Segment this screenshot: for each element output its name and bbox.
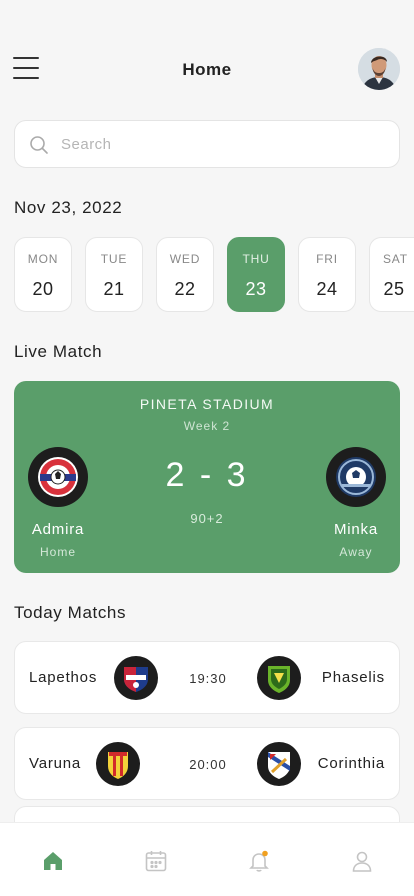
day-of-week: FRI: [316, 252, 338, 266]
away-team-logo-icon: [257, 742, 301, 786]
home-team-name: Admira: [31, 521, 85, 538]
away-team-name: Minka: [333, 521, 378, 538]
search-bar[interactable]: [14, 120, 400, 168]
day-item-mon[interactable]: MON 20: [14, 237, 72, 312]
day-number: 24: [316, 279, 338, 299]
home-team-label: Home: [39, 545, 76, 559]
day-number: 21: [103, 279, 125, 299]
notification-badge: [262, 850, 268, 857]
day-of-week: TUE: [100, 252, 128, 266]
match-row[interactable]: Lapethos 19:30 Phaselis: [14, 641, 400, 714]
day-item-tue[interactable]: TUE 21: [85, 237, 143, 312]
day-item-wed[interactable]: WED 22: [156, 237, 214, 312]
day-of-week: WED: [169, 252, 201, 266]
stadium-name: PINETA STADIUM: [139, 396, 275, 412]
day-selector: MON 20 TUE 21 WED 22 THU 23 FRI 24 SAT 2…: [14, 237, 414, 312]
day-item-fri[interactable]: FRI 24: [298, 237, 356, 312]
live-score: 2 - 3: [165, 456, 249, 494]
bottom-nav: [0, 822, 414, 896]
bell-icon[interactable]: [245, 847, 273, 875]
calendar-icon[interactable]: [142, 847, 170, 875]
live-match-heading: Live Match: [14, 342, 103, 361]
day-number: 22: [174, 279, 196, 299]
day-number: 23: [245, 279, 267, 299]
today-matches-heading: Today Matchs: [14, 603, 127, 622]
day-of-week: MON: [27, 252, 59, 266]
app-header: Home: [0, 46, 414, 92]
away-team-logo-icon: [257, 656, 301, 700]
day-number: 20: [32, 279, 54, 299]
away-team-name: Phaselis: [321, 669, 385, 686]
day-of-week: THU: [242, 252, 270, 266]
away-team-name: Corinthia: [317, 755, 385, 772]
date-heading: Nov 23, 2022: [14, 198, 123, 217]
match-week: Week 2: [183, 419, 231, 433]
search-input[interactable]: [61, 121, 381, 167]
search-icon: [30, 136, 48, 154]
page-title: Home: [182, 60, 232, 79]
live-match-card[interactable]: PINETA STADIUM Week 2 2 - 3 90+2 Admira …: [14, 381, 400, 573]
day-number: 25: [383, 279, 405, 299]
away-team-label: Away: [339, 545, 373, 559]
day-item-sat[interactable]: SAT 25: [369, 237, 414, 312]
day-item-thu[interactable]: THU 23: [227, 237, 285, 312]
match-row[interactable]: Varuna 20:00 Corinthia: [14, 727, 400, 800]
home-icon[interactable]: [39, 847, 67, 875]
day-of-week: SAT: [383, 252, 408, 266]
user-icon[interactable]: [348, 847, 376, 875]
avatar[interactable]: [358, 48, 400, 90]
